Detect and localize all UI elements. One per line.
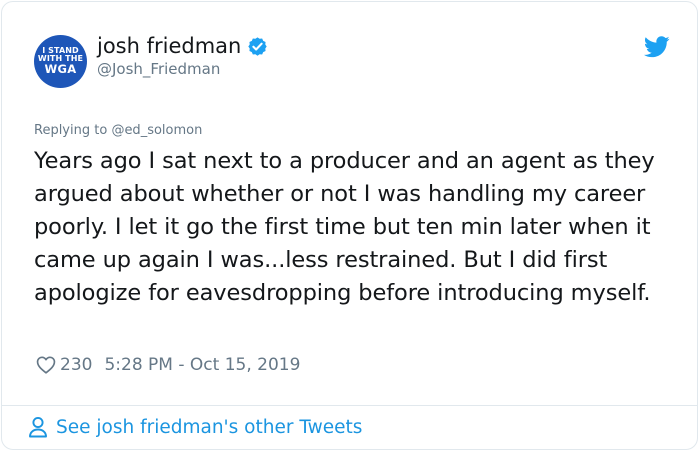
heart-icon[interactable]	[35, 354, 57, 376]
author-name-row: josh friedman	[97, 34, 268, 58]
see-other-tweets-label: See josh friedman's other Tweets	[56, 416, 363, 438]
twitter-bird-icon[interactable]	[644, 36, 670, 58]
footer-divider	[2, 405, 697, 406]
replying-to-line: Replying to @ed_solomon	[34, 123, 202, 138]
replying-to-handle[interactable]: @ed_solomon	[111, 123, 202, 138]
author-handle[interactable]: @Josh_Friedman	[97, 60, 220, 78]
person-icon	[29, 416, 47, 438]
author-display-name[interactable]: josh friedman	[97, 34, 241, 58]
tweet-text: Years ago I sat next to a producer and a…	[34, 148, 655, 306]
verified-badge-icon	[248, 36, 268, 56]
avatar-text-line-3: WGA	[44, 62, 77, 77]
like-count[interactable]: 230	[60, 355, 92, 375]
avatar[interactable]: I STAND WITH THE WGA	[34, 35, 87, 88]
see-other-tweets-link[interactable]: See josh friedman's other Tweets	[28, 416, 362, 438]
tweet-timestamp[interactable]: 5:28 PM - Oct 15, 2019	[104, 355, 300, 375]
replying-to-label: Replying to	[34, 123, 108, 138]
tweet-meta-row: 230 5:28 PM - Oct 15, 2019	[35, 354, 300, 376]
embedded-tweet-card: I STAND WITH THE WGA josh friedman @Josh…	[1, 1, 698, 450]
